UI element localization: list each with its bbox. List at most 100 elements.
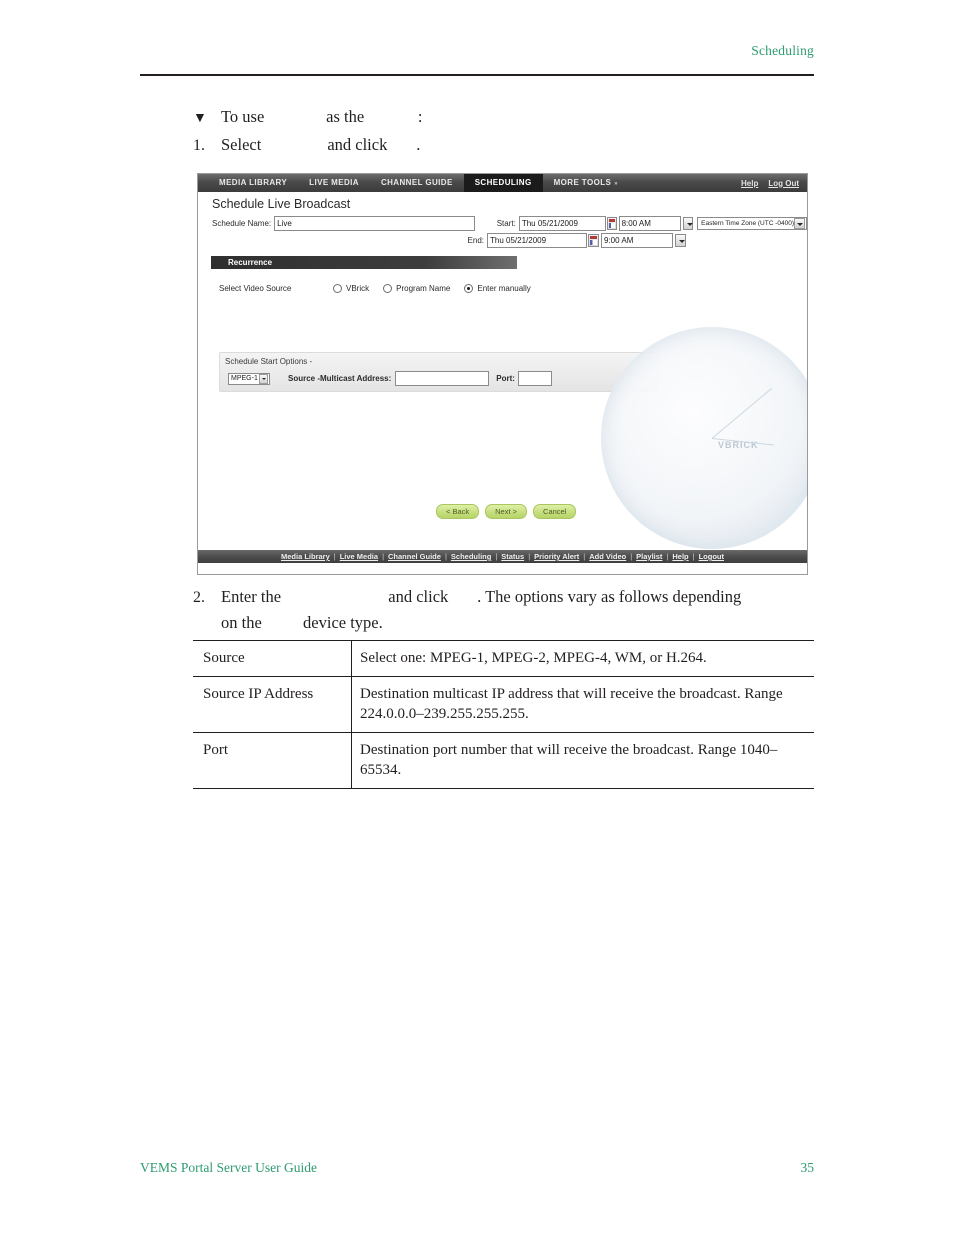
timezone-select[interactable]: Eastern Time Zone (UTC -0400) [697, 217, 807, 230]
step-1-part-2: and click [327, 135, 388, 154]
multicast-address-label: Source -Multicast Address: [288, 374, 392, 383]
header-section-title: Scheduling [751, 43, 814, 58]
step-2-blank-1 [285, 587, 384, 606]
radio-button-selected-icon [464, 284, 474, 293]
nav-tab-live-media[interactable]: LIVE MEDIA [298, 174, 370, 192]
footer-link-help[interactable]: Help [672, 552, 688, 561]
nav-tab-channel-guide[interactable]: CHANNEL GUIDE [370, 174, 464, 192]
chevron-right-icon: » [614, 181, 618, 187]
step-bullet-text: To use as the : [221, 104, 818, 130]
footer-link-logout[interactable]: Logout [699, 552, 724, 561]
footer-link-media-library[interactable]: Media Library [281, 552, 330, 561]
radio-enter-manually[interactable]: Enter manually [464, 284, 531, 293]
step-bullet-part-2: as the [326, 107, 365, 126]
footer-separator: | [666, 552, 669, 561]
footer-link-add-video[interactable]: Add Video [589, 552, 626, 561]
port-label: Port: [496, 374, 515, 383]
step-1-part-3: . [416, 135, 421, 154]
intro-steps: ▼ To use as the : 1. Select and click . [193, 104, 818, 159]
recurrence-section-header[interactable]: Recurrence [211, 256, 517, 269]
table-cell-term: Source IP Address [193, 676, 352, 733]
step-2: 2. Enter the and click . The options var… [193, 584, 818, 636]
step-bullet-blank-2 [368, 107, 413, 126]
radio-vbrick[interactable]: VBrick [333, 284, 369, 293]
footer-separator: | [528, 552, 531, 561]
nav-tab-more-tools-label: MORE TOOLS [553, 178, 612, 187]
step-bullet: ▼ To use as the : [193, 104, 818, 132]
app-body: Schedule Live Broadcast Schedule Name: L… [198, 192, 807, 563]
logout-link[interactable]: Log Out [768, 179, 799, 188]
schedule-start-options-title: Schedule Start Options - [225, 357, 313, 366]
radio-button-icon [333, 284, 342, 293]
port-input[interactable] [517, 371, 552, 386]
radio-button-icon [383, 284, 393, 293]
footer-separator: | [630, 552, 633, 561]
start-time-input[interactable]: 8:00 AM [618, 216, 682, 231]
step-2-part-1: Enter the [221, 587, 282, 606]
nav-tab-media-library[interactable]: MEDIA LIBRARY [208, 174, 298, 192]
footer-separator: | [583, 552, 586, 561]
step-1: 1. Select and click . [193, 132, 818, 159]
step-1-blank-2 [391, 135, 412, 154]
footer-link-priority-alert[interactable]: Priority Alert [534, 552, 579, 561]
step-2-blank-2 [452, 587, 473, 606]
footer-separator: | [495, 552, 498, 561]
app-page-title: Schedule Live Broadcast [212, 197, 351, 211]
start-date-input[interactable]: Thu 05/21/2009 [518, 216, 606, 231]
select-video-source-row: Select Video Source VBrick Program Name … [198, 284, 807, 293]
app-navigation-bar: MEDIA LIBRARY LIVE MEDIA CHANNEL GUIDE S… [198, 174, 807, 192]
table-cell-term: Source [193, 640, 352, 677]
help-link[interactable]: Help [741, 179, 758, 188]
watermark-label: VBRICK [718, 439, 759, 450]
calendar-icon[interactable] [588, 234, 599, 247]
table-cell-description: Select one: MPEG-1, MPEG-2, MPEG-4, WM, … [351, 640, 814, 677]
calendar-icon[interactable] [606, 217, 617, 230]
schedule-name-label: Schedule Name: [212, 219, 272, 228]
end-date-input[interactable]: Thu 05/21/2009 [487, 233, 587, 248]
end-date-row: . End: Thu 05/21/2009 9:00 AM [198, 233, 807, 248]
step-2-part-4: on the [221, 613, 262, 632]
nav-tab-more-tools[interactable]: MORE TOOLS» [543, 174, 629, 192]
step-2-part-5: device type. [303, 613, 383, 632]
multicast-address-input[interactable] [395, 371, 490, 386]
radio-program-name[interactable]: Program Name [383, 284, 450, 293]
source-type-value: MPEG-1 [231, 375, 258, 382]
back-button[interactable]: < Back [436, 504, 480, 519]
step-2-marker: 2. [193, 589, 205, 606]
recurrence-label: Recurrence [228, 258, 273, 267]
step-1-marker: 1. [193, 137, 205, 154]
end-time-input[interactable]: 9:00 AM [601, 233, 673, 248]
chevron-down-icon[interactable] [675, 234, 686, 247]
app-footer-links: Media Library | Live Media | Channel Gui… [198, 550, 807, 563]
schedule-name-input[interactable]: Live [274, 216, 475, 231]
footer-link-status[interactable]: Status [501, 552, 524, 561]
nav-tab-scheduling[interactable]: SCHEDULING [463, 174, 543, 192]
footer-link-playlist[interactable]: Playlist [636, 552, 662, 561]
footer-page-number: 35 [800, 1160, 815, 1175]
chevron-down-icon[interactable] [683, 217, 694, 230]
step-1-part-1: Select [221, 135, 262, 154]
next-button[interactable]: Next > [485, 504, 528, 519]
step-bullet-blank-1 [268, 107, 322, 126]
step-2-part-2: and click [388, 587, 449, 606]
table-cell-description: Destination port number that will receiv… [351, 732, 814, 789]
step-1-blank-1 [265, 135, 323, 154]
end-label: End: [467, 236, 484, 245]
radio-program-name-label: Program Name [396, 284, 451, 293]
step-2-part-3: . The options vary as follows depending [477, 587, 742, 606]
footer-link-channel-guide[interactable]: Channel Guide [388, 552, 441, 561]
chevron-down-icon [794, 218, 805, 229]
footer-link-live-media[interactable]: Live Media [340, 552, 378, 561]
schedule-start-options-row: MPEG-1 Source -Multicast Address: Port: [220, 366, 658, 386]
start-label: Start: [496, 219, 516, 228]
options-table: Source Select one: MPEG-1, MPEG-2, MPEG-… [193, 640, 814, 789]
source-type-select[interactable]: MPEG-1 [228, 372, 270, 385]
application-screenshot: MEDIA LIBRARY LIVE MEDIA CHANNEL GUIDE S… [197, 173, 808, 575]
footer-link-scheduling[interactable]: Scheduling [451, 552, 491, 561]
step-2-text: Enter the and click . The options vary a… [221, 584, 818, 636]
vbrick-watermark-graphic: VBRICK [601, 327, 807, 549]
step-2-blank-3 [266, 613, 299, 632]
step-bullet-part-3: : [417, 107, 423, 126]
step-bullet-part-1: To use [221, 107, 265, 126]
cancel-button[interactable]: Cancel [533, 504, 577, 519]
